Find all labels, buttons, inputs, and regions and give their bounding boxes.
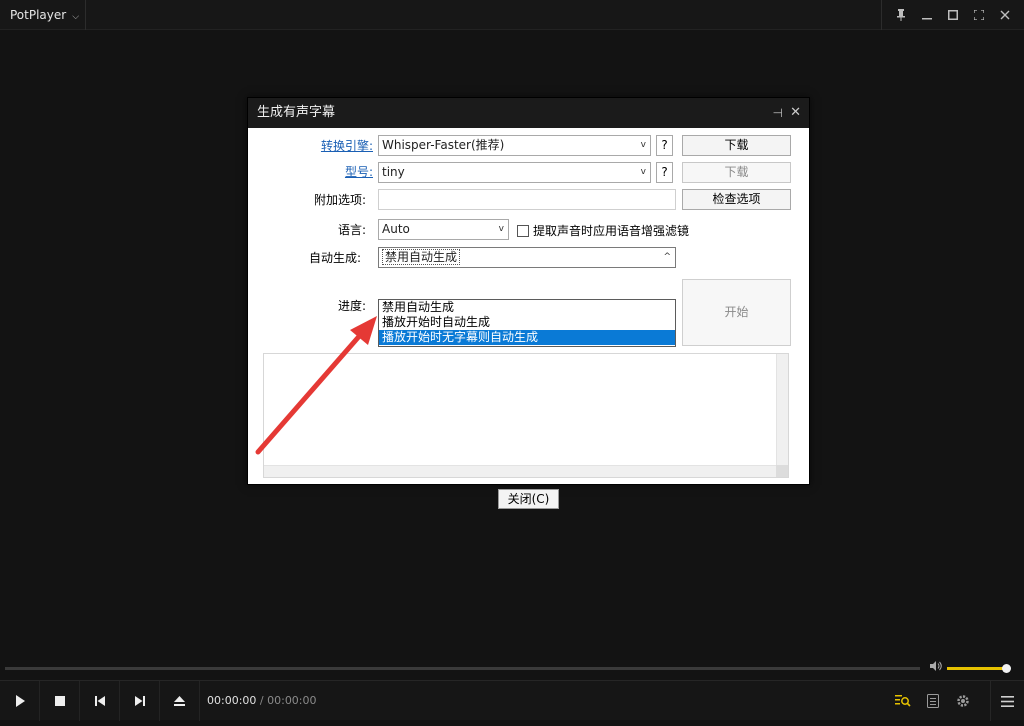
auto-option[interactable]: 播放开始时自动生成: [379, 315, 675, 330]
pin-icon[interactable]: [890, 4, 912, 26]
voice-filter-label: 提取声音时应用语音增强滤镜: [533, 224, 690, 238]
stop-button[interactable]: [40, 681, 80, 721]
fullscreen-icon[interactable]: [968, 4, 990, 26]
document-icon: [927, 694, 939, 708]
model-select-value: tiny: [382, 165, 405, 179]
engine-label-link[interactable]: 转换引擎:: [253, 137, 373, 154]
language-label: 语言:: [337, 223, 366, 237]
volume-knob[interactable]: [1002, 664, 1011, 673]
minimize-icon[interactable]: [916, 4, 938, 26]
title-bar: PotPlayer ⌵: [0, 0, 1024, 30]
chevron-down-icon: ⌵: [72, 12, 80, 22]
start-button[interactable]: 开始: [682, 279, 791, 346]
control-bar: 00:00:00 / 00:00:00: [0, 680, 1024, 721]
dialog-close-icon[interactable]: ✕: [790, 98, 801, 128]
chevron-down-icon: v: [498, 224, 504, 234]
check-options-button[interactable]: 检查选项: [682, 189, 791, 210]
chevron-down-icon: v: [640, 167, 646, 177]
settings-button[interactable]: [948, 681, 978, 721]
time-display: 00:00:00 / 00:00:00: [207, 681, 317, 721]
previous-button[interactable]: [80, 681, 120, 721]
chapters-button[interactable]: [918, 681, 948, 721]
dialog-close-button[interactable]: 关闭(C): [498, 489, 559, 509]
language-select[interactable]: Auto v: [378, 219, 509, 240]
hamburger-icon: [1001, 695, 1014, 707]
volume-icon[interactable]: [930, 661, 942, 674]
time-separator: /: [256, 694, 268, 707]
next-icon: [134, 696, 145, 706]
dialog-title: 生成有声字幕: [257, 105, 336, 120]
checkbox-box[interactable]: [517, 224, 529, 237]
play-icon: [15, 695, 25, 707]
engine-select-value: Whisper-Faster(推荐): [382, 138, 505, 152]
auto-option-selected[interactable]: 播放开始时无字幕则自动生成: [379, 330, 675, 345]
auto-option[interactable]: 禁用自动生成: [379, 300, 675, 315]
language-select-value: Auto: [382, 222, 410, 236]
dialog-pin-icon[interactable]: ⊣: [773, 98, 783, 128]
eject-icon: [174, 696, 185, 706]
generate-subtitles-dialog: 生成有声字幕 ⊣ ✕ 转换引擎: Whisper-Faster(推荐) v ? …: [247, 97, 810, 509]
engine-select[interactable]: Whisper-Faster(推荐) v: [378, 135, 651, 156]
previous-icon: [94, 696, 105, 706]
next-button[interactable]: [120, 681, 160, 721]
model-select[interactable]: tiny v: [378, 162, 651, 183]
time-current: 00:00:00: [207, 694, 257, 707]
extra-options-label: 附加选项:: [313, 193, 366, 207]
scrollbar-corner: [776, 465, 788, 477]
close-icon[interactable]: [994, 4, 1016, 26]
potplayer-window: PotPlayer ⌵ 生成有声字幕 ⊣ ✕ 转换引擎: Whisper-Fas…: [0, 0, 1024, 726]
chevron-down-icon: v: [640, 140, 646, 150]
extra-options-input[interactable]: [378, 189, 676, 210]
auto-generate-value: 禁用自动生成: [382, 249, 461, 265]
playlist-search-button[interactable]: [888, 681, 918, 721]
engine-help-button[interactable]: ?: [656, 135, 673, 156]
log-output-area[interactable]: [263, 353, 789, 478]
auto-generate-dropdown: 禁用自动生成 播放开始时自动生成 播放开始时无字幕则自动生成: [378, 299, 676, 347]
eject-button[interactable]: [160, 681, 200, 721]
model-download-button[interactable]: 下载: [682, 162, 791, 183]
progress-label: 进度:: [337, 299, 366, 313]
chevron-up-icon: ^: [663, 252, 671, 262]
app-menu-button[interactable]: PotPlayer ⌵: [0, 0, 86, 30]
model-help-button[interactable]: ?: [656, 162, 673, 183]
auto-generate-select[interactable]: 禁用自动生成 ^: [378, 247, 676, 268]
vertical-scrollbar[interactable]: [776, 354, 788, 465]
maximize-icon[interactable]: [942, 4, 964, 26]
dialog-body: 转换引擎: Whisper-Faster(推荐) v ? 下载 型号: tiny…: [248, 128, 809, 509]
stop-icon: [54, 696, 65, 706]
seek-bar[interactable]: [5, 667, 920, 670]
playlist-search-icon: [895, 695, 911, 707]
auto-generate-label: 自动生成:: [308, 251, 361, 265]
gear-icon: [957, 695, 969, 707]
horizontal-scrollbar[interactable]: [264, 465, 777, 477]
voice-filter-checkbox[interactable]: 提取声音时应用语音增强滤镜: [517, 222, 689, 239]
dialog-title-bar: 生成有声字幕 ⊣ ✕: [248, 98, 809, 128]
main-menu-button[interactable]: [990, 681, 1024, 721]
engine-download-button[interactable]: 下载: [682, 135, 791, 156]
model-label-link[interactable]: 型号:: [253, 163, 373, 180]
app-name: PotPlayer: [10, 8, 67, 22]
play-button[interactable]: [0, 681, 40, 721]
seek-row: [0, 660, 1024, 678]
window-controls: [881, 0, 1024, 30]
volume-slider[interactable]: [947, 667, 1006, 670]
time-total: 00:00:00: [267, 694, 317, 707]
